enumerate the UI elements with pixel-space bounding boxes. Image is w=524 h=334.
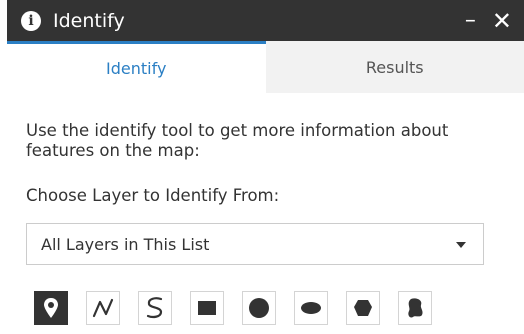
map-pin-icon	[44, 298, 58, 318]
minimize-button[interactable]: –	[465, 9, 476, 32]
window-title: Identify	[53, 9, 125, 32]
polyline-icon	[92, 298, 114, 318]
choose-layer-label: Choose Layer to Identify From:	[26, 186, 280, 205]
close-button[interactable]: ✕	[492, 9, 512, 33]
window-titlebar: i Identify – ✕	[7, 0, 524, 41]
freehand-polygon-icon	[408, 298, 423, 318]
rectangle-tool-button[interactable]	[190, 291, 224, 325]
layer-select-dropdown[interactable]: All Layers in This List	[26, 223, 484, 265]
freehand-line-icon	[146, 297, 163, 319]
tab-results[interactable]: Results	[265, 41, 524, 93]
identify-description: Use the identify tool to get more inform…	[26, 121, 449, 160]
polygon-icon	[354, 300, 372, 316]
ellipse-tool-button[interactable]	[294, 291, 328, 325]
info-icon: i	[21, 10, 41, 31]
ellipse-icon	[301, 302, 321, 314]
polygon-tool-button[interactable]	[346, 291, 380, 325]
circle-icon	[249, 298, 269, 318]
window-controls: – ✕	[465, 9, 524, 33]
layer-select-value: All Layers in This List	[41, 234, 210, 254]
tab-identify[interactable]: Identify	[7, 41, 266, 93]
circle-tool-button[interactable]	[242, 291, 276, 325]
chevron-down-icon	[456, 242, 466, 248]
polyline-tool-button[interactable]	[86, 291, 120, 325]
rectangle-icon	[198, 301, 216, 315]
freehand-polygon-tool-button[interactable]	[398, 291, 432, 325]
point-tool-button[interactable]	[34, 291, 68, 325]
draw-tools	[34, 291, 450, 331]
freehand-line-tool-button[interactable]	[138, 291, 172, 325]
tab-bar: Identify Results	[7, 41, 524, 93]
